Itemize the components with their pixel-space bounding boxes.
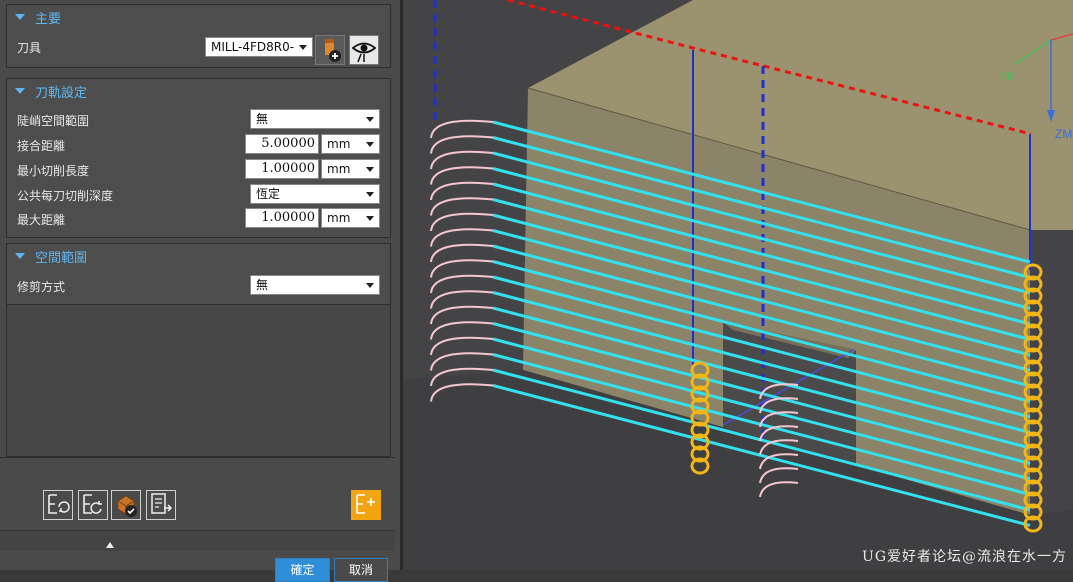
zm-label: ZM xyxy=(1055,127,1072,141)
cancel-button[interactable]: 取消 xyxy=(334,558,388,582)
max-distance-input[interactable]: 1.00000 xyxy=(245,208,319,228)
lead-arc xyxy=(430,352,494,371)
common-depth-label: 公共每刀切削深度 xyxy=(17,189,114,203)
toolpath-settings-header[interactable]: 刀軌設定 xyxy=(7,79,390,103)
chevron-down-icon xyxy=(366,216,374,221)
replay-toolpath-button[interactable] xyxy=(78,490,108,520)
collapse-triangle-icon xyxy=(15,88,25,94)
lead-arc xyxy=(430,119,494,139)
tool-select-value: MILL-4FD8R0- xyxy=(211,40,295,54)
lead-arc xyxy=(430,212,494,232)
lead-arc xyxy=(430,150,494,170)
toolpath-settings-group: 刀軌設定 陡峭空間範圍 無 接合距離 5.00000 mm 最小切削長度 1.0… xyxy=(6,78,391,238)
lead-arc xyxy=(430,135,494,154)
new-tool-icon xyxy=(325,39,341,62)
verify-icon xyxy=(117,495,137,517)
steep-range-label: 陡峭空間範圍 xyxy=(17,114,90,128)
ok-button[interactable]: 確定 xyxy=(275,558,330,582)
generate-toolpath-button[interactable] xyxy=(43,490,73,520)
graphics-viewport[interactable]: YM ZM xyxy=(403,0,1073,570)
min-cut-length-label: 最小切削長度 xyxy=(17,164,90,178)
common-depth-value: 恆定 xyxy=(256,187,281,201)
lead-arc xyxy=(430,181,494,201)
max-distance-label: 最大距離 xyxy=(17,213,66,227)
lead-arc xyxy=(430,274,494,294)
display-options-icon xyxy=(356,494,375,514)
steep-range-select[interactable]: 無 xyxy=(250,109,380,129)
chevron-down-icon xyxy=(366,117,374,122)
merge-distance-unit: mm xyxy=(327,137,351,151)
min-cut-length-unit-select[interactable]: mm xyxy=(321,159,380,179)
space-range-title: 空間範圍 xyxy=(35,250,88,266)
collapse-triangle-icon xyxy=(15,14,25,20)
trim-method-select[interactable]: 無 xyxy=(250,275,380,295)
action-toolbar xyxy=(0,457,395,530)
space-range-header[interactable]: 空間範圍 xyxy=(7,244,390,268)
common-depth-select[interactable]: 恆定 xyxy=(250,184,380,204)
trim-method-label: 修剪方式 xyxy=(17,280,66,294)
ym-label: YM xyxy=(999,69,1017,83)
chevron-down-icon xyxy=(366,167,374,172)
collapse-bar[interactable] xyxy=(0,530,395,551)
merge-distance-label: 接合距離 xyxy=(17,139,66,153)
new-tool-button[interactable] xyxy=(315,35,345,65)
min-cut-length-input[interactable]: 1.00000 xyxy=(245,159,319,179)
merge-distance-unit-select[interactable]: mm xyxy=(321,134,380,154)
lead-arc xyxy=(430,321,494,340)
chevron-down-icon xyxy=(366,142,374,147)
lead-arc xyxy=(430,259,494,278)
display-tool-button[interactable] xyxy=(349,35,379,65)
chevron-down-icon xyxy=(366,192,374,197)
lead-arc xyxy=(430,336,494,356)
operation-dialog: 主要 刀具 MILL-4FD8R0- 刀軌設定 陡峭空間範圍 無 接合距離 5.… xyxy=(0,0,400,582)
toolpath-settings-title: 刀軌設定 xyxy=(35,85,88,101)
verify-toolpath-button[interactable] xyxy=(111,490,141,520)
main-group-header[interactable]: 主要 xyxy=(7,5,390,29)
steep-range-value: 無 xyxy=(256,112,269,126)
lead-arc xyxy=(430,166,494,185)
lead-arc xyxy=(430,197,494,216)
toolpath-scene: YM ZM xyxy=(403,0,1073,570)
display-options-button[interactable] xyxy=(351,490,381,520)
chevron-down-icon xyxy=(299,45,307,50)
lead-arc xyxy=(430,243,494,263)
tool-select[interactable]: MILL-4FD8R0- xyxy=(205,37,313,57)
lead-arc xyxy=(430,290,494,309)
list-icon xyxy=(151,493,173,514)
generate-icon xyxy=(48,494,70,514)
main-group-title: 主要 xyxy=(35,11,62,27)
max-distance-unit-select[interactable]: mm xyxy=(321,208,380,228)
main-group: 主要 刀具 MILL-4FD8R0- xyxy=(6,4,391,68)
lead-arc xyxy=(430,228,494,247)
trim-method-value: 無 xyxy=(256,278,269,292)
chevron-down-icon xyxy=(366,283,374,288)
tool-label: 刀具 xyxy=(17,41,42,55)
max-distance-unit: mm xyxy=(327,211,351,225)
collapse-triangle-icon xyxy=(15,253,25,259)
watermark-text: UG爱好者论坛@流浪在水一方 xyxy=(862,549,1067,565)
merge-distance-input[interactable]: 5.00000 xyxy=(245,134,319,154)
display-eye-icon xyxy=(351,42,377,63)
lead-arc xyxy=(430,305,494,325)
collapse-up-icon xyxy=(106,542,114,548)
space-range-group: 空間範圍 修剪方式 無 xyxy=(6,243,391,457)
min-cut-length-unit: mm xyxy=(327,162,351,176)
list-toolpath-button[interactable] xyxy=(146,490,176,520)
replay-icon xyxy=(83,494,102,514)
